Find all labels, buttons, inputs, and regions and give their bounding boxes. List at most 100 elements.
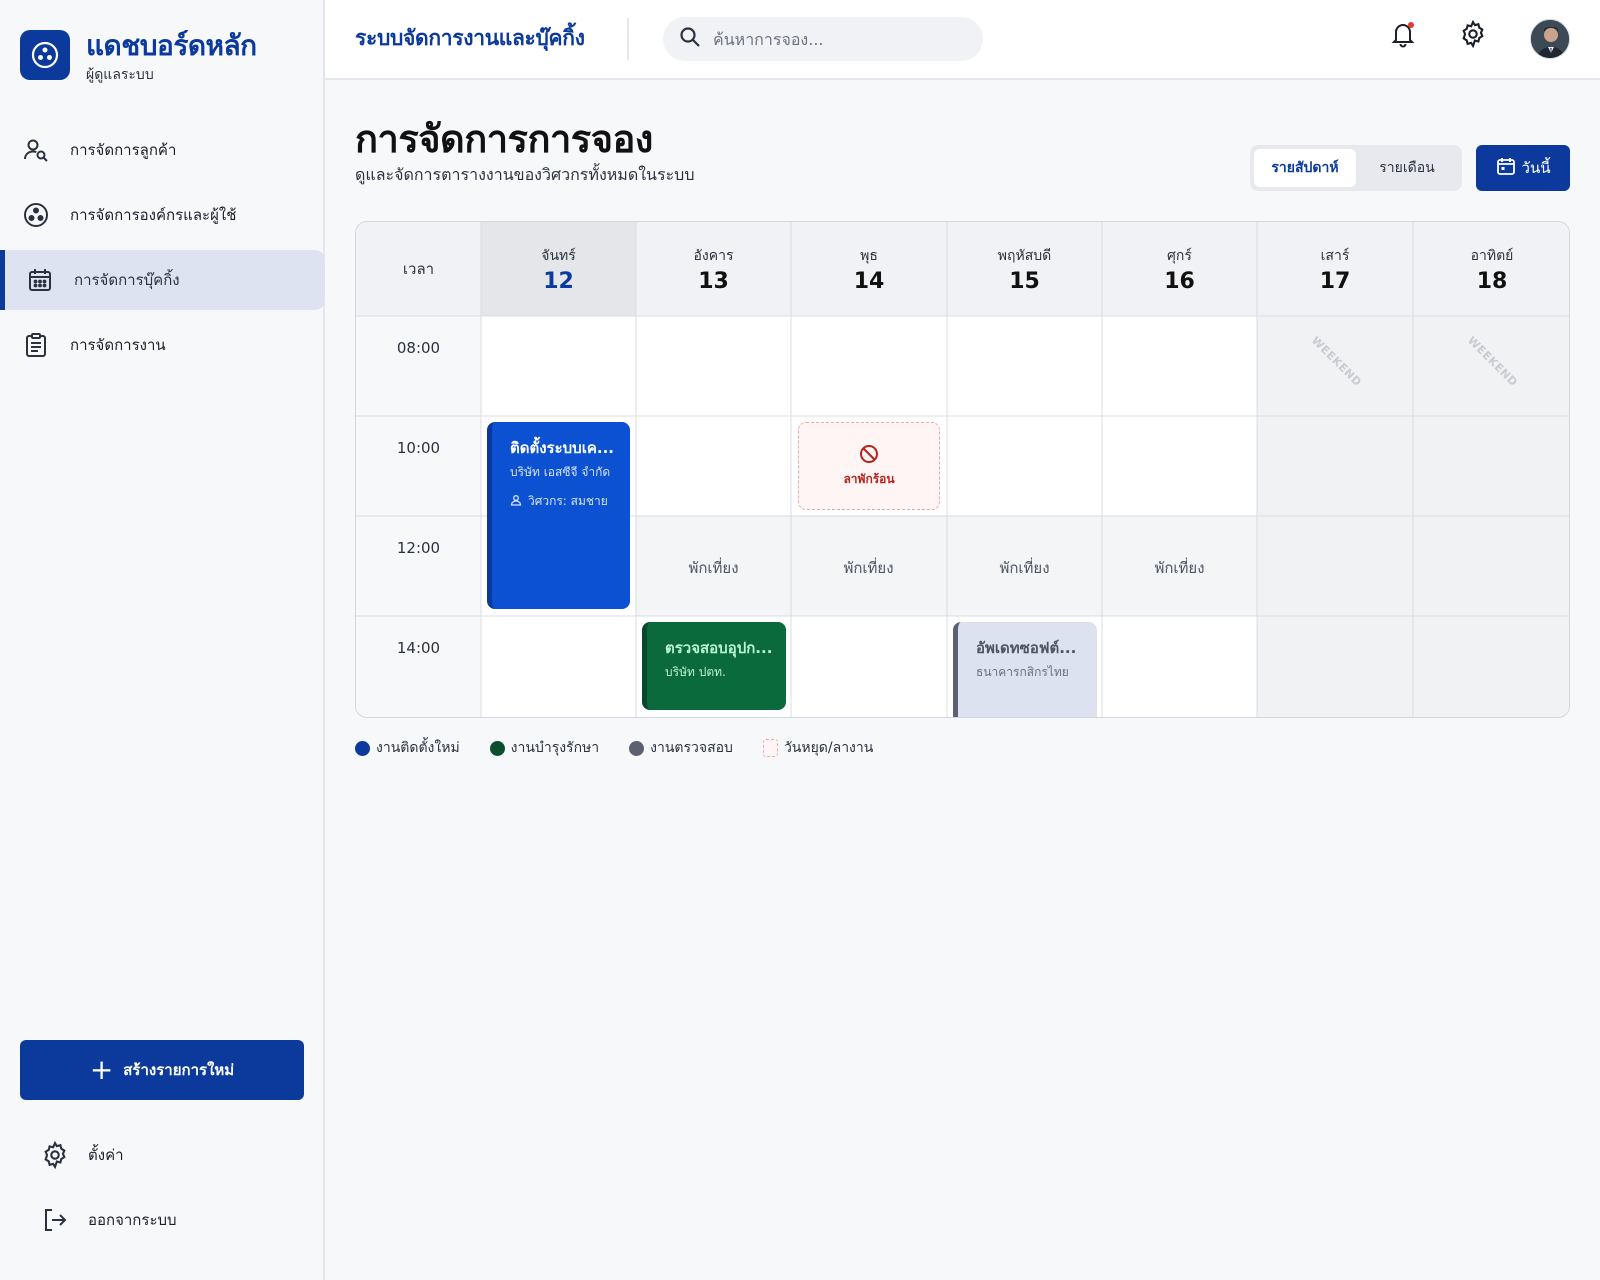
time-slot-label: 12:00 [396, 539, 441, 557]
clipboard-icon [22, 331, 50, 359]
page-subtitle: ดูและจัดการตารางงานของวิศวกรทั้งหมดในระบ… [355, 165, 695, 184]
legend-item: งานติดตั้งใหม่ [355, 737, 460, 759]
day-header-sun[interactable]: อาทิตย์ 18 [1413, 222, 1569, 316]
legend-label: งานตรวจสอบ [650, 740, 733, 756]
app-title: ระบบจัดการงานและบุ๊คกิ้ง [355, 26, 585, 50]
event-company: บริษัท เอสซีจี จำกัด [510, 465, 611, 479]
legend-swatch [629, 740, 645, 756]
leave-label: ลาพักร้อน [843, 471, 895, 486]
lunch-break-label: พักเที่ยง [843, 559, 894, 577]
day-number: 12 [543, 268, 574, 294]
person-icon [510, 494, 528, 509]
sidebar-item-label: การจัดการองค์กรและผู้ใช้ [70, 206, 237, 224]
booking-event-inspection[interactable]: อัพเดทซอฟต์... ธนาคารกสิกรไทย [953, 622, 1097, 717]
calendar-icon [26, 266, 54, 294]
view-weekly-tab[interactable]: รายสัปดาห์ [1254, 149, 1356, 187]
day-name: อังคาร [693, 247, 734, 264]
calendar-icon [1496, 156, 1522, 180]
day-header-sat[interactable]: เสาร์ 17 [1257, 222, 1413, 316]
search-bar [663, 17, 983, 61]
legend-label: วันหยุด/ลางาน [783, 740, 874, 756]
legend-swatch [355, 740, 370, 756]
lunch-break-label: พักเที่ยง [688, 559, 739, 577]
settings-link[interactable]: ตั้งค่า [40, 1135, 124, 1175]
notification-badge [1408, 22, 1414, 28]
legend-label: งานบำรุงรักษา [510, 740, 600, 756]
top-header: ระบบจัดการงานและบุ๊คกิ้ง [325, 0, 1600, 80]
day-header-mon[interactable]: จันทร์ 12 [481, 222, 636, 316]
time-slot-label: 14:00 [396, 639, 441, 657]
gear-icon [40, 1140, 70, 1170]
hub-icon [20, 30, 70, 80]
event-company: บริษัท ปตท. [665, 665, 726, 679]
week-calendar: เวลา จันทร์ 12 อังคาร 13 พุธ 14 พฤหัสบดี… [355, 221, 1570, 718]
event-title: อัพเดทซอฟต์... [976, 639, 1077, 657]
notification-button[interactable] [1385, 18, 1421, 54]
time-slot-label: 08:00 [396, 339, 441, 357]
sidebar-item-jobs[interactable]: การจัดการงาน [0, 315, 325, 375]
sidebar-item-label: การจัดการงาน [70, 336, 166, 354]
today-label: วันนี้ [1521, 159, 1551, 177]
today-button[interactable]: วันนี้ [1476, 145, 1570, 191]
logout-link[interactable]: ออกจากระบบ [40, 1200, 177, 1240]
legend-item: งานบำรุงรักษา [489, 737, 600, 759]
legend-swatch [762, 739, 778, 757]
day-number: 14 [853, 268, 885, 294]
day-header-thu[interactable]: พฤหัสบดี 15 [947, 222, 1102, 316]
brand-subtitle: ผู้ดูแลระบบ [86, 67, 154, 83]
avatar[interactable] [1530, 19, 1570, 59]
lunch-break-label: พักเที่ยง [1154, 559, 1205, 577]
view-monthly-tab[interactable]: รายเดือน [1356, 149, 1458, 187]
legend-label: งานติดตั้งใหม่ [376, 740, 460, 756]
sidebar-item-customers[interactable]: การจัดการลูกค้า [0, 120, 325, 180]
day-name: ศุกร์ [1167, 247, 1192, 264]
lunch-break-label: พักเที่ยง [999, 559, 1050, 577]
leave-block[interactable]: ลาพักร้อน [798, 422, 940, 510]
sidebar-item-label: การจัดการบุ๊คกิ้ง [74, 271, 180, 289]
create-new-button[interactable]: + สร้างรายการใหม่ [20, 1040, 304, 1100]
calendar-legend: งานติดตั้งใหม่ งานบำรุงรักษา งานตรวจสอบ … [355, 737, 903, 759]
booking-event-maintenance[interactable]: ตรวจสอบอุปก... บริษัท ปตท. [642, 622, 786, 710]
page-title: การจัดการการจอง [355, 117, 653, 161]
day-header-wed[interactable]: พุธ 14 [791, 222, 947, 316]
time-slot-label: 10:00 [396, 439, 441, 457]
settings-label: ตั้งค่า [88, 1146, 124, 1164]
day-name: พุธ [860, 247, 878, 264]
sidebar-item-bookings[interactable]: การจัดการบุ๊คกิ้ง [0, 250, 325, 310]
sidebar-item-label: การจัดการลูกค้า [70, 141, 177, 159]
day-number: 16 [1164, 268, 1195, 294]
booking-event-install[interactable]: ติดตั้งระบบเค... บริษัท เอสซีจี จำกัด วิ… [487, 422, 630, 609]
event-engineer: วิศวกร: สมชาย [528, 494, 608, 508]
event-title: ตรวจสอบอุปก... [665, 639, 773, 657]
day-name: เสาร์ [1320, 247, 1350, 264]
sidebar-item-organizations[interactable]: การจัดการองค์กรและผู้ใช้ [0, 185, 325, 245]
search-input[interactable] [713, 29, 963, 49]
plus-icon: + [89, 1053, 114, 1086]
logout-icon [40, 1205, 70, 1235]
sidebar-nav: การจัดการลูกค้า การจัดการองค์กรและผู้ใช้ [0, 120, 325, 380]
sidebar: แดชบอร์ดหลัก ผู้ดูแลระบบ การจัดการลูกค้า [0, 0, 325, 1280]
legend-item: งานตรวจสอบ [629, 737, 733, 759]
day-name: อาทิตย์ [1470, 247, 1514, 264]
gear-icon [1459, 19, 1487, 52]
day-name: จันทร์ [541, 247, 576, 264]
settings-button[interactable] [1455, 18, 1491, 54]
day-number: 15 [1009, 268, 1040, 294]
day-number: 13 [698, 268, 729, 294]
day-name: พฤหัสบดี [997, 247, 1052, 264]
header-divider [627, 18, 629, 60]
brand-title: แดชบอร์ดหลัก [86, 29, 257, 62]
day-number: 18 [1476, 268, 1508, 294]
person-search-icon [22, 136, 50, 164]
event-title: ติดตั้งระบบเค... [510, 439, 614, 457]
day-number: 17 [1319, 268, 1351, 294]
day-header-tue[interactable]: อังคาร 13 [636, 222, 791, 316]
view-toggle: รายสัปดาห์ รายเดือน [1250, 145, 1462, 191]
hub-icon [22, 201, 50, 229]
legend-swatch [489, 740, 505, 756]
legend-item: วันหยุด/ลางาน [762, 737, 874, 759]
brand: แดชบอร์ดหลัก ผู้ดูแลระบบ [20, 30, 257, 86]
day-header-fri[interactable]: ศุกร์ 16 [1102, 222, 1257, 316]
search-icon [679, 26, 701, 52]
logout-label: ออกจากระบบ [88, 1211, 177, 1229]
